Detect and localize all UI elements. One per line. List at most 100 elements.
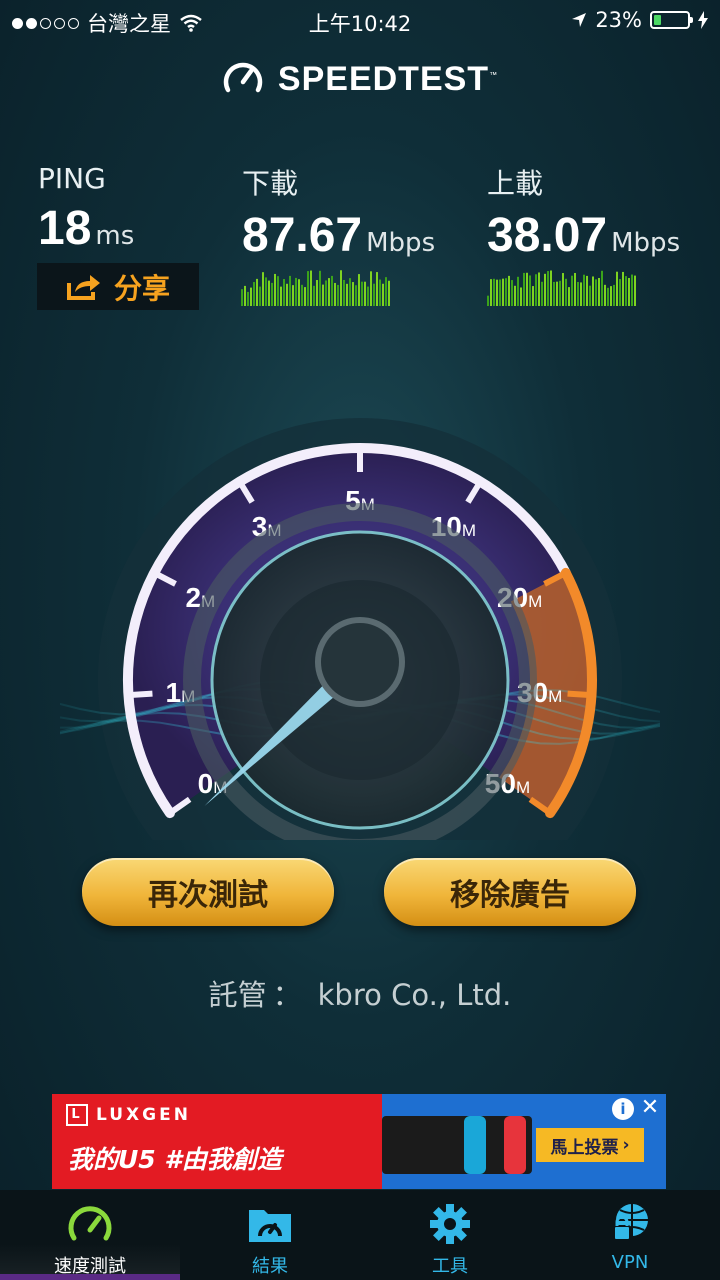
sparkline-bar bbox=[556, 281, 558, 306]
ad-slogan: 我的U5 #由我創造 bbox=[68, 1145, 282, 1174]
sparkline-bar bbox=[331, 275, 333, 306]
sparkline-bar bbox=[274, 273, 276, 306]
sparkline-bar bbox=[610, 286, 612, 306]
sparkline-bar bbox=[589, 285, 591, 306]
tab-bar: 速度測試 結果 工具 VPN bbox=[0, 1190, 720, 1280]
share-button[interactable]: 分享 bbox=[37, 263, 199, 310]
download-unit: Mbps bbox=[366, 228, 436, 258]
sparkline-bar bbox=[508, 275, 510, 306]
sparkline-bar bbox=[334, 282, 336, 306]
sparkline-bar bbox=[325, 280, 327, 306]
sparkline-bar bbox=[247, 291, 249, 306]
ad-cta-button[interactable]: 馬上投票 › bbox=[536, 1128, 644, 1162]
download-label: 下載 bbox=[242, 167, 299, 200]
sparkline-bar bbox=[598, 277, 600, 306]
sparkline-bar bbox=[514, 285, 516, 306]
status-bar: 台灣之星 上午10:42 23% bbox=[0, 0, 720, 40]
sparkline-bar bbox=[601, 270, 603, 306]
controller-right-image bbox=[504, 1116, 526, 1174]
sparkline-bar bbox=[523, 272, 525, 306]
luxgen-logo-icon: L bbox=[66, 1104, 88, 1126]
sparkline-bar bbox=[349, 278, 351, 306]
sparkline-bar bbox=[337, 284, 339, 306]
remove-ads-button[interactable]: 移除廣告 bbox=[384, 858, 636, 926]
sparkline-bar bbox=[307, 271, 309, 306]
upload-stat: 上載 38.07 Mbps bbox=[487, 162, 680, 263]
ping-unit: ms bbox=[95, 221, 135, 251]
sparkline-bar bbox=[352, 282, 354, 306]
ad-info-icon[interactable]: i bbox=[612, 1098, 634, 1120]
retest-button[interactable]: 再次測試 bbox=[82, 858, 334, 926]
sparkline-bar bbox=[541, 281, 543, 306]
sparkline-bar bbox=[379, 279, 381, 306]
charging-bolt-icon bbox=[698, 11, 708, 29]
sparkline-bar bbox=[535, 274, 537, 306]
sparkline-bar bbox=[373, 283, 375, 306]
sparkline-bar bbox=[616, 271, 618, 306]
sparkline-bar bbox=[340, 270, 342, 306]
tab-label: VPN bbox=[611, 1252, 649, 1273]
sparkline-bar bbox=[346, 283, 348, 306]
sparkline-bar bbox=[607, 287, 609, 306]
ad-brand: L LUXGEN bbox=[66, 1104, 191, 1126]
upload-label: 上載 bbox=[487, 167, 544, 200]
sparkline-bar bbox=[298, 279, 300, 306]
tab-label: 工具 bbox=[432, 1256, 468, 1277]
ping-label: PING bbox=[38, 162, 106, 195]
host-label: 託管 bbox=[208, 978, 267, 1012]
app-title: SPEEDTEST™ bbox=[277, 59, 499, 98]
sparkline-bar bbox=[517, 276, 519, 306]
sparkline-bar bbox=[310, 270, 312, 306]
sparkline-bar bbox=[511, 280, 513, 306]
sparkline-bar bbox=[277, 276, 279, 306]
sparkline-bar bbox=[253, 282, 255, 306]
sparkline-bar bbox=[526, 272, 528, 306]
gauge-hub bbox=[315, 617, 405, 707]
sparkline-bar bbox=[244, 285, 246, 306]
gauge-tick bbox=[567, 690, 590, 699]
tab-speedtest[interactable]: 速度測試 bbox=[0, 1190, 180, 1280]
sparkline-bar bbox=[265, 277, 267, 306]
sparkline-bar bbox=[322, 284, 324, 306]
sparkline-bar bbox=[580, 282, 582, 306]
tab-tools[interactable]: 工具 bbox=[360, 1190, 540, 1280]
sparkline-bar bbox=[604, 284, 606, 306]
sparkline-bar bbox=[313, 285, 315, 306]
sparkline-bar bbox=[559, 280, 561, 306]
ad-banner[interactable]: L LUXGEN 我的U5 #由我創造 馬上投票 › i ✕ bbox=[52, 1094, 666, 1189]
sparkline-bar bbox=[376, 272, 378, 306]
sparkline-bar bbox=[577, 281, 579, 306]
sparkline-bar bbox=[262, 272, 264, 306]
tab-results[interactable]: 結果 bbox=[180, 1190, 360, 1280]
app-header: SPEEDTEST™ bbox=[0, 58, 720, 100]
sparkline-bar bbox=[634, 275, 636, 306]
controller-left-image bbox=[464, 1116, 486, 1174]
sparkline-bar bbox=[583, 274, 585, 306]
sparkline-bar bbox=[505, 278, 507, 306]
share-label: 分享 bbox=[113, 271, 170, 305]
sparkline-bar bbox=[613, 284, 615, 306]
ad-close-icon[interactable]: ✕ bbox=[638, 1096, 662, 1120]
sparkline-bar bbox=[259, 286, 261, 306]
gauge-tick bbox=[130, 690, 153, 699]
tab-vpn[interactable]: VPN bbox=[540, 1190, 720, 1280]
upload-sparkline bbox=[487, 270, 636, 306]
sparkline-bar bbox=[304, 287, 306, 306]
sparkline-bar bbox=[292, 285, 294, 306]
sparkline-bar bbox=[631, 274, 633, 306]
sparkline-bar bbox=[361, 281, 363, 306]
speed-gauge: 0M1M2M3M5M10M20M30M50M bbox=[60, 418, 660, 840]
sparkline-bar bbox=[628, 277, 630, 306]
sparkline-bar bbox=[586, 275, 588, 306]
sparkline-bar bbox=[553, 281, 555, 306]
sparkline-bar bbox=[382, 283, 384, 306]
globe-lock-icon bbox=[613, 1204, 648, 1241]
sparkline-bar bbox=[343, 279, 345, 306]
sparkline-bar bbox=[364, 281, 366, 306]
sparkline-bar bbox=[532, 286, 534, 306]
sparkline-bar bbox=[619, 279, 621, 306]
sparkline-bar bbox=[595, 279, 597, 306]
sparkline-bar bbox=[328, 278, 330, 306]
sparkline-bar bbox=[571, 275, 573, 306]
host-name: kbro Co., Ltd. bbox=[317, 978, 512, 1012]
